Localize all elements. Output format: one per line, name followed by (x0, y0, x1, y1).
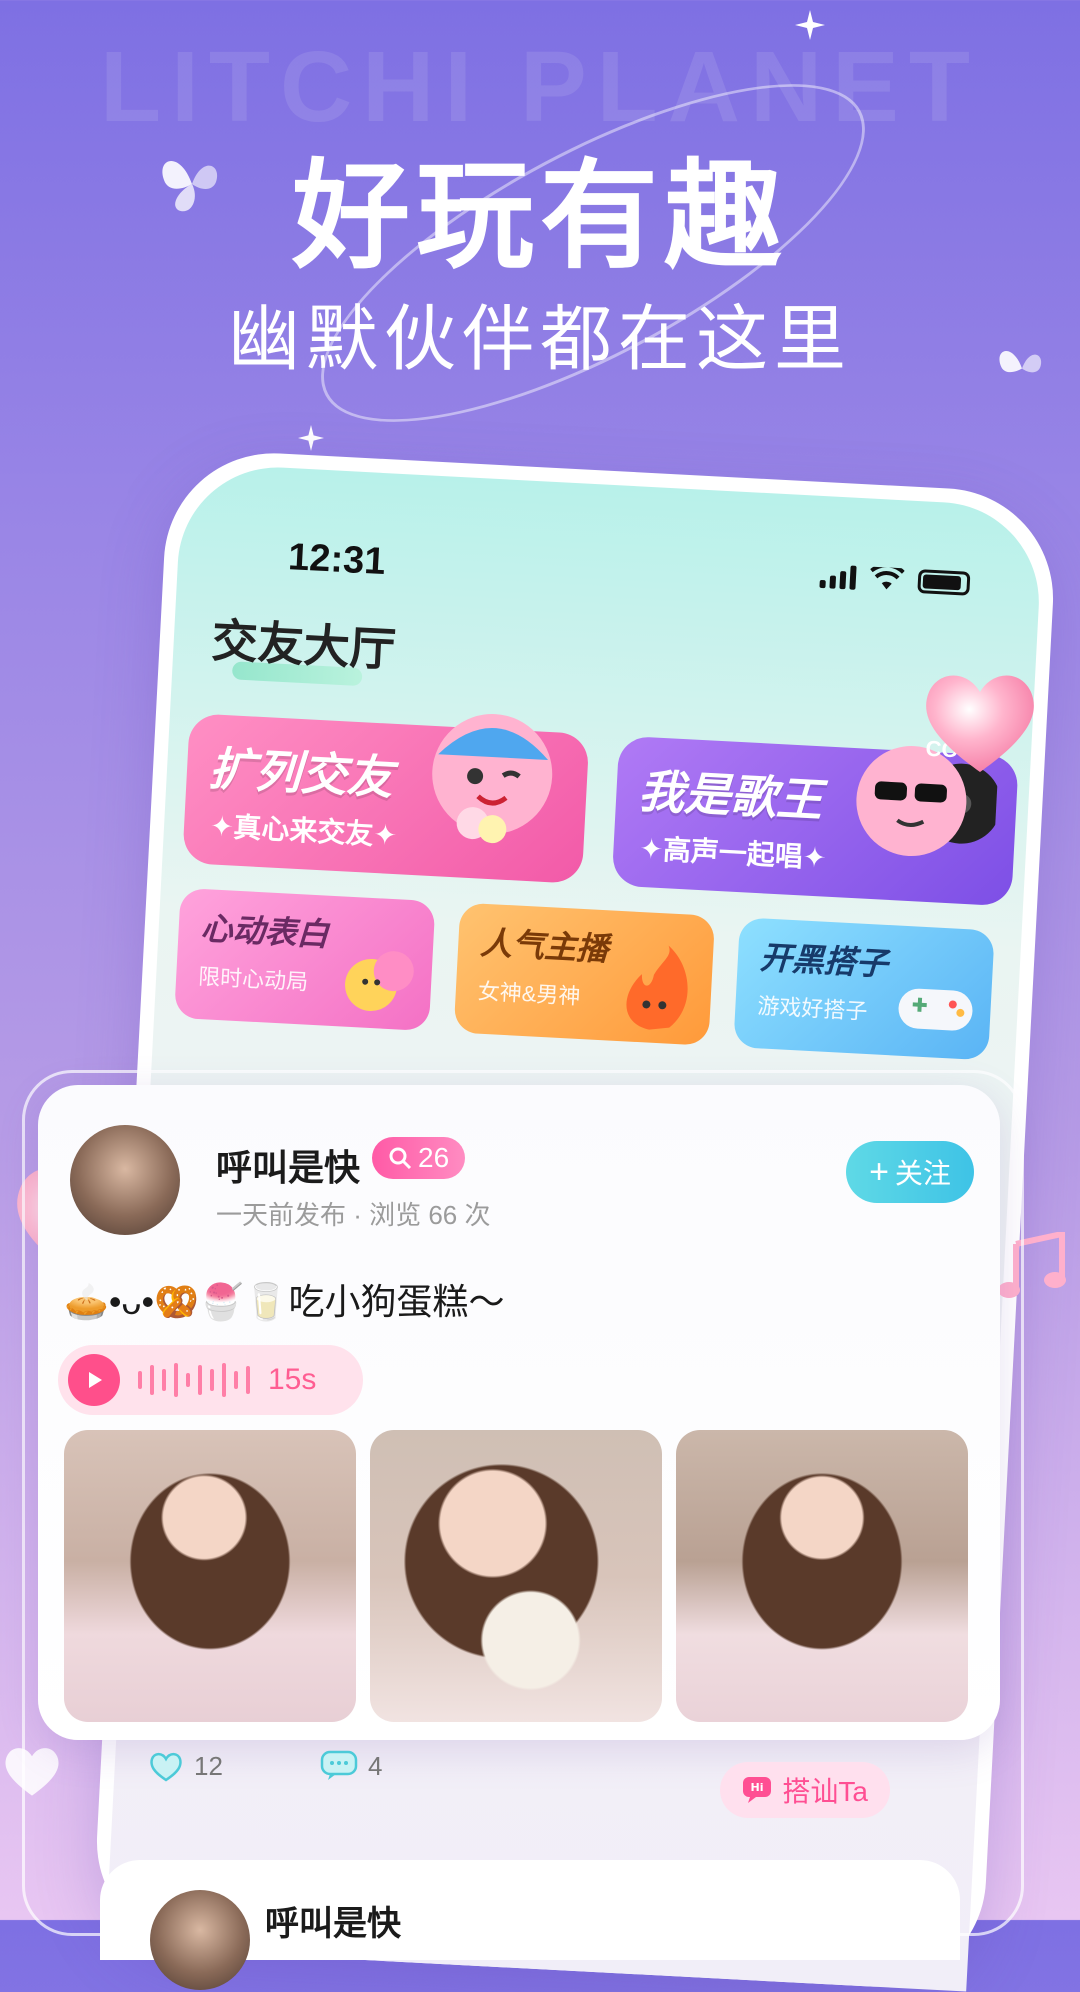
voice-duration: 15s (268, 1363, 317, 1396)
post-photo[interactable] (676, 1430, 968, 1722)
heart-icon (150, 1752, 182, 1782)
card-title: 我是歌王 (637, 764, 824, 827)
sparkle-icon (298, 425, 324, 451)
comment-stat[interactable]: 4 (320, 1750, 382, 1782)
like-count: 12 (194, 1750, 223, 1781)
svg-text:Hi: Hi (751, 1781, 764, 1794)
post-text: 🥧•ᴗ•🥨🍧🥛吃小狗蛋糕～ (64, 1281, 505, 1322)
card-title: 扩列交友 (207, 742, 395, 804)
level-badge: 26 (372, 1137, 466, 1179)
post-meta: 一天前发布 · 浏览 66 次 (216, 1200, 491, 1230)
card-subtitle: 女神&男神 (477, 978, 582, 1009)
hi-chat-icon: Hi (743, 1777, 772, 1803)
post-username[interactable]: 呼叫是快 (265, 1896, 401, 1945)
like-stat[interactable]: 12 (148, 1750, 223, 1782)
heart-decoration-icon (926, 675, 1034, 772)
card-game-partner[interactable]: 开黑搭子 游戏好搭子 (733, 917, 995, 1061)
card-subtitle: ✦真心来交友✦ (209, 810, 398, 852)
card-expand-friends[interactable]: 扩列交友 ✦真心来交友✦ (182, 713, 590, 884)
card-popular-host[interactable]: 人气主播 女神&男神 (453, 902, 716, 1046)
card-title: 心动表白 (199, 910, 330, 953)
post-photo[interactable] (370, 1430, 662, 1722)
gamepad-icon (898, 988, 973, 1031)
battery-icon (917, 569, 971, 596)
chat-up-button[interactable]: Hi 搭讪Ta (720, 1762, 890, 1818)
avatar[interactable] (70, 1125, 180, 1235)
search-icon (389, 1147, 412, 1170)
play-icon[interactable] (68, 1354, 120, 1406)
voice-message-player[interactable]: 15s (58, 1345, 363, 1415)
status-time: 12:31 (287, 536, 387, 584)
signal-icon (819, 564, 857, 590)
chat-up-label: 搭讪Ta (782, 1776, 868, 1807)
card-title: 人气主播 (479, 924, 610, 968)
feed-post-card: 呼叫是快 26 一天前发布 · 浏览 66 次 + 关注 🥧•ᴗ•🥨🍧🥛吃小狗蛋… (38, 1085, 1000, 1740)
card-subtitle: ✦高声一起唱✦ (638, 832, 828, 874)
post-footer: 12 4 Hi 搭讪Ta (38, 1740, 1000, 1860)
avatar[interactable] (150, 1890, 250, 1990)
hall-title: 交友大厅 (210, 614, 397, 676)
post-username[interactable]: 呼叫是快 (216, 1139, 360, 1191)
plus-icon: + (869, 1152, 889, 1191)
card-subtitle: 限时心动局 (197, 963, 309, 995)
card-subtitle: 游戏好搭子 (756, 993, 868, 1024)
emoji-heart-icon (345, 951, 414, 1012)
level-value: 26 (418, 1142, 450, 1173)
wifi-icon (870, 566, 905, 590)
comment-icon (320, 1750, 358, 1780)
card-title: 开黑搭子 (759, 939, 889, 982)
waveform-icon (138, 1363, 250, 1397)
follow-label: 关注 (894, 1158, 951, 1189)
card-heart-confession[interactable]: 心动表白 限时心动局 (174, 887, 436, 1032)
status-icons (819, 564, 971, 596)
subline: 幽默伙伴都在这里 (227, 300, 852, 380)
sparkle-icon (795, 10, 825, 40)
comment-count: 4 (368, 1750, 383, 1781)
fire-mascot-icon (626, 945, 688, 1030)
photo-grid (64, 1430, 968, 1722)
post-photo[interactable] (64, 1430, 356, 1722)
headline: 好玩有趣 (291, 151, 788, 283)
follow-button[interactable]: + 关注 (846, 1141, 974, 1203)
mascot-with-bouquet-icon (432, 714, 553, 844)
next-post-card: 呼叫是快 (100, 1860, 960, 1990)
